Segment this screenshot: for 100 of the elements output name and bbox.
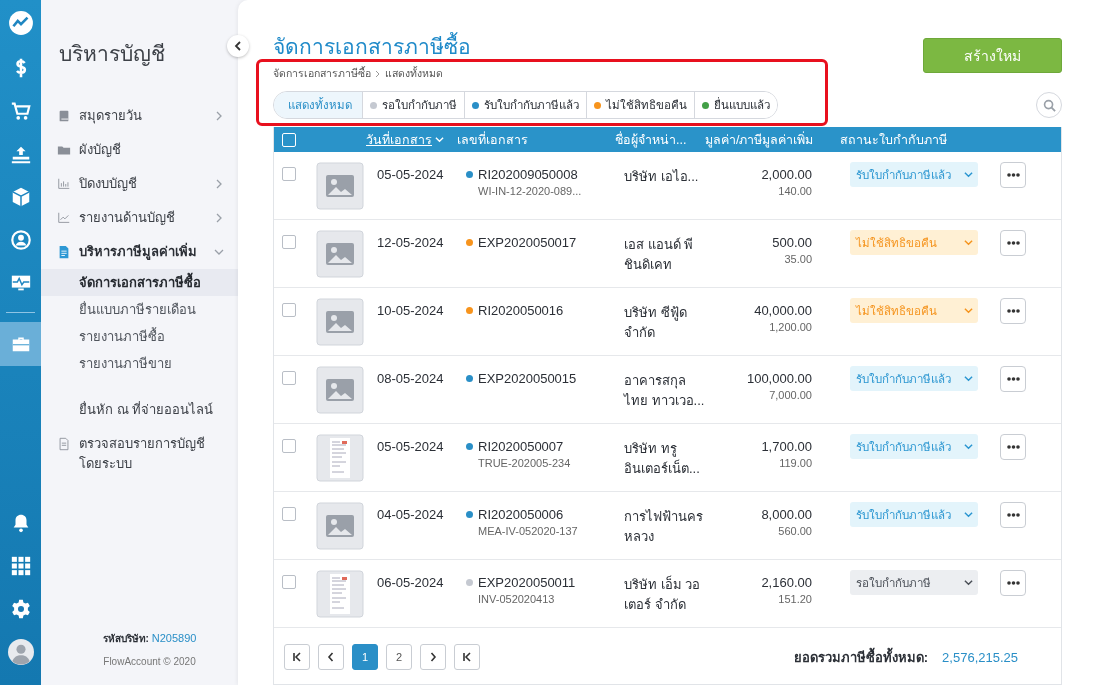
vat-value: 140.00 (778, 185, 812, 197)
breadcrumb-link[interactable]: จัดการเอกสารภาษีซื้อ (273, 65, 371, 82)
column-header: ชื่อผู้จำหน่า... (615, 130, 688, 150)
breadcrumb-current: แสดงทั้งหมด (385, 65, 443, 81)
caret-down-icon (964, 578, 973, 587)
more-button[interactable] (1000, 570, 1026, 596)
book-icon (57, 109, 71, 123)
next-page-button[interactable] (420, 644, 446, 670)
page-button[interactable]: 2 (386, 644, 412, 670)
previous-page-button[interactable] (318, 644, 344, 670)
last-page-icon (462, 652, 472, 662)
logo-icon (7, 10, 34, 36)
more-button[interactable] (1000, 230, 1026, 256)
first-page-button[interactable] (284, 644, 310, 670)
amount-value: 2,160.00 (761, 575, 812, 590)
more-icon (1006, 377, 1020, 381)
amount-value: 40,000.00 (754, 303, 812, 318)
vendor-name: บริษัท ทรู อินเตอร์เน็ต... (624, 441, 700, 476)
apps-grid-icon (9, 554, 32, 577)
caret-down-icon (964, 306, 973, 315)
more-icon (1006, 173, 1020, 177)
more-button[interactable] (1000, 434, 1026, 460)
company-code: N205890 (151, 632, 197, 644)
row-checkbox[interactable] (282, 507, 296, 521)
row-checkbox[interactable] (282, 303, 296, 317)
sidebar-item[interactable]: ยื่นหัก ณ ที่จ่ายออนไลน์ (41, 393, 238, 427)
amount-value: 1,700.00 (761, 439, 812, 454)
column-header: สถานะใบกำกับภาษี (840, 131, 947, 149)
document-number: RI202009050008 (478, 167, 578, 182)
more-icon (1006, 241, 1020, 245)
vat-value: 35.00 (784, 253, 812, 265)
document-number: EXP2020050011 (478, 575, 576, 590)
vat-value: 560.00 (778, 525, 812, 537)
more-icon (1006, 513, 1020, 517)
document-number: RI2020050007 (478, 439, 564, 454)
vendor-name: บริษัท เอไอ... (624, 169, 699, 184)
page-button[interactable]: 1 (352, 644, 378, 670)
copyright-text: FlowAccount © 2020 (103, 656, 196, 667)
next-page-icon (428, 652, 438, 662)
sidebar-title: บริหารบัญชี (59, 41, 165, 68)
document-thumbnail (316, 570, 364, 618)
row-checkbox[interactable] (282, 167, 296, 181)
company-label: รหัสบริษัท: (102, 633, 149, 644)
more-button[interactable] (1000, 502, 1026, 528)
chevron-down-icon (214, 247, 224, 257)
more-icon (1006, 309, 1020, 313)
vendor-name: การไฟฟ้านคร หลวง (624, 509, 703, 544)
row-checkbox[interactable] (282, 371, 296, 385)
image-placeholder-icon (316, 298, 364, 346)
amount-value: 2,000.00 (761, 167, 812, 182)
sidebar-item[interactable]: รายงานด้านบัญชี (41, 201, 238, 235)
sidebar-item[interactable]: ปิดงบบัญชี (41, 167, 238, 201)
avatar-icon (7, 638, 34, 665)
more-icon (1006, 581, 1020, 585)
date-cell-text: 04-05-2024 (377, 506, 445, 522)
row-checkbox[interactable] (282, 575, 296, 589)
date-cell-text: 08-05-2024 (377, 370, 445, 386)
submenu-item[interactable]: จัดการเอกสารภาษีซื้อ (41, 269, 238, 296)
image-placeholder-icon (316, 162, 364, 210)
vendor-name: เอส แอนด์ พี ชินดิเคท (624, 237, 694, 272)
document-number: EXP2020050017 (478, 235, 577, 250)
vendor-name: อาคารสกุล ไทย ทาวเวอ... (624, 373, 705, 408)
more-button[interactable] (1000, 298, 1026, 324)
last-page-button[interactable] (454, 644, 480, 670)
first-page-icon (292, 652, 302, 662)
sidebar-item[interactable]: ผังบัญชี (41, 133, 238, 167)
row-checkbox[interactable] (282, 439, 296, 453)
caret-down-icon (964, 170, 973, 179)
search-button[interactable] (1036, 92, 1062, 118)
status-dropdown[interactable]: รอใบกำกับภาษี (850, 570, 978, 595)
more-icon (1006, 445, 1020, 449)
row-checkbox[interactable] (282, 235, 296, 249)
chevron-right-icon (214, 111, 224, 121)
image-placeholder-icon (316, 366, 364, 414)
document-thumbnail (316, 434, 364, 482)
vat-value: 151.20 (778, 593, 812, 605)
search-icon (1042, 98, 1056, 112)
previous-page-icon (326, 652, 336, 662)
date-cell-text: 10-05-2024 (377, 302, 445, 318)
select-all-checkbox[interactable] (282, 132, 296, 147)
collapse-button[interactable] (227, 35, 249, 57)
vendor-name: บริษัท เอ็ม วอเตอร์ จำกัด (624, 577, 701, 612)
amount-value: 8,000.00 (761, 507, 812, 522)
vendor-name: บริษัท ซีฟู้ด จำกัด (624, 305, 687, 340)
vat-value: 119.00 (779, 457, 812, 469)
sidebar-item[interactable]: บริหารภาษีมูลค่าเพิ่ม (41, 235, 238, 269)
more-button[interactable] (1000, 162, 1026, 188)
column-header: เลขที่เอกสาร (457, 130, 529, 149)
submenu-item[interactable]: รายงานภาษีขาย (41, 350, 238, 377)
chevron-left-icon (234, 41, 242, 51)
submenu-item[interactable]: รายงานภาษีซื้อ (41, 323, 238, 350)
caret-down-icon (964, 442, 973, 451)
sidebar-item[interactable]: ตรวจสอบรายการบัญชีโดยระบบ (41, 427, 238, 481)
submenu-item[interactable]: ยื่นแบบภาษีรายเดือน (41, 296, 238, 323)
more-button[interactable] (1000, 366, 1026, 392)
caret-down-icon (964, 510, 973, 519)
line-chart-icon (57, 211, 71, 225)
caret-down-icon (964, 238, 973, 247)
sidebar-item[interactable]: สมุดรายวัน (41, 99, 238, 133)
settings-icon (9, 597, 32, 620)
